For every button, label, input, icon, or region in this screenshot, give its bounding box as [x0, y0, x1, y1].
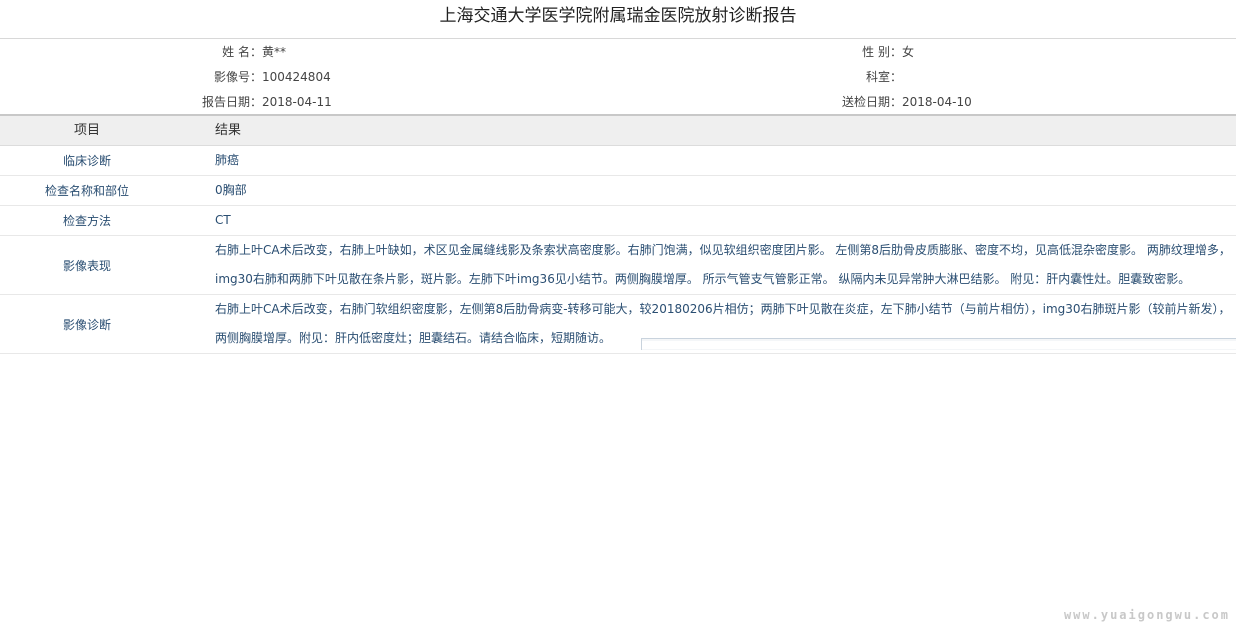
table-header: 项目 结果	[0, 114, 1236, 146]
overlay-window-edge	[641, 338, 1236, 350]
info-row-image-department: 影像号： 100424804 科室：	[0, 65, 1236, 89]
patient-info: 姓 名： 黄** 性 别： 女 影像号： 100424804 科室： 报告日期：…	[0, 38, 1236, 114]
result-line: 右肺上叶CA术后改变，右肺上叶缺如，术区见金属缝线影及条索状高密度影。右肺门饱满…	[215, 243, 1231, 257]
table-row: 影像表现 右肺上叶CA术后改变，右肺上叶缺如，术区见金属缝线影及条索状高密度影。…	[0, 236, 1236, 295]
row-item-label: 影像诊断	[62, 317, 111, 332]
row-result-value: 右肺上叶CA术后改变，右肺上叶缺如，术区见金属缝线影及条索状高密度影。右肺门饱满…	[215, 236, 1236, 294]
info-row-dates: 报告日期： 2018-04-11 送检日期： 2018-04-10	[0, 90, 1236, 114]
table-row: 检查名称和部位 0胸部	[0, 176, 1236, 206]
report-title: 上海交通大学医学院附属瑞金医院放射诊断报告	[439, 6, 797, 26]
department-label: 科室：	[865, 70, 902, 84]
result-table: 项目 结果 临床诊断 肺癌 检查名称和部位 0胸部 检查方法 CT 影像表现 右…	[0, 114, 1236, 354]
gender-label: 性 别：	[862, 45, 902, 59]
watermark: www.yuaigongwu.com	[1063, 608, 1230, 622]
table-row: 临床诊断 肺癌	[0, 146, 1236, 176]
row-item-label: 影像表现	[62, 258, 111, 273]
row-result-value: CT	[215, 213, 231, 227]
submit-date-value: 2018-04-10	[902, 95, 972, 109]
header-result: 结果	[215, 123, 242, 138]
result-line: 右肺上叶CA术后改变，右肺门软组织密度影，左侧第8后肋骨病变-转移可能大，较20…	[215, 302, 1231, 316]
submit-date-label: 送检日期：	[841, 95, 902, 109]
info-row-name-gender: 姓 名： 黄** 性 别： 女	[0, 40, 1236, 64]
table-row: 检查方法 CT	[0, 206, 1236, 236]
row-result-value: 0胸部	[215, 183, 247, 197]
result-line: img30右肺和两肺下叶见散在条片影，斑片影。左肺下叶img36见小结节。两侧胸…	[215, 272, 1191, 286]
row-item-label: 检查方法	[62, 214, 111, 228]
row-result-value: 肺癌	[215, 153, 240, 167]
row-item-label: 检查名称和部位	[44, 184, 129, 198]
gender-value: 女	[902, 45, 915, 59]
header-item: 项目	[73, 123, 100, 138]
row-item-label: 临床诊断	[62, 154, 111, 168]
overlay-window-strip	[642, 341, 1236, 349]
